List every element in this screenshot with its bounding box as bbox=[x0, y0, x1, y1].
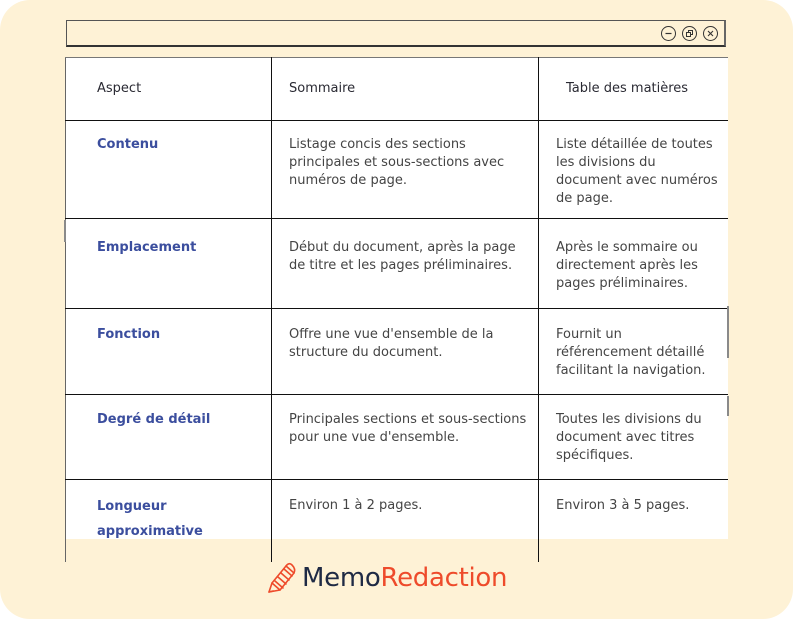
aspect-label: Degré de détail bbox=[65, 394, 272, 480]
pencil-notebook-icon bbox=[268, 562, 296, 593]
sommaire-cell: Listage concis des sections principales … bbox=[271, 120, 539, 219]
header-sommaire: Sommaire bbox=[271, 57, 539, 121]
sommaire-cell: Environ 1 à 2 pages. bbox=[271, 479, 539, 562]
table-row: Fonction Offre une vue d'ensemble de la … bbox=[65, 308, 728, 395]
restore-button[interactable] bbox=[682, 26, 697, 41]
table-row: Contenu Listage concis des sections prin… bbox=[65, 120, 728, 219]
comparison-table: Aspect Sommaire Table des matières Conte… bbox=[65, 57, 728, 562]
window-controls bbox=[661, 26, 718, 41]
brand-name-part2: Redaction bbox=[380, 563, 508, 593]
table-header-row: Aspect Sommaire Table des matières bbox=[65, 57, 728, 121]
tdm-cell: Toutes les divisions du document avec ti… bbox=[538, 394, 728, 480]
edge-marker bbox=[727, 396, 729, 416]
table-row: Emplacement Début du document, après la … bbox=[65, 218, 728, 309]
aspect-label: Emplacement bbox=[65, 218, 272, 309]
edge-marker bbox=[64, 220, 66, 242]
restore-icon bbox=[686, 30, 693, 37]
aspect-label: Contenu bbox=[65, 120, 272, 219]
tdm-cell: Fournit un référencement détaillé facili… bbox=[538, 308, 728, 395]
minimize-button[interactable] bbox=[661, 26, 676, 41]
window-titlebar bbox=[66, 20, 726, 47]
brand-logo: MemoRedaction bbox=[266, 558, 508, 598]
header-table-des-matieres: Table des matières bbox=[538, 57, 728, 121]
sommaire-cell: Principales sections et sous-sections po… bbox=[271, 394, 539, 480]
sommaire-cell: Début du document, après la page de titr… bbox=[271, 218, 539, 309]
sommaire-cell: Offre une vue d'ensemble de la structure… bbox=[271, 308, 539, 395]
edge-marker bbox=[727, 306, 729, 358]
tdm-cell: Environ 3 à 5 pages. bbox=[538, 479, 728, 562]
table-row: Degré de détail Principales sections et … bbox=[65, 394, 728, 480]
brand-name-part1: Memo bbox=[302, 563, 381, 593]
tdm-cell: Après le sommaire ou directement après l… bbox=[538, 218, 728, 309]
comparison-table-container: Aspect Sommaire Table des matières Conte… bbox=[65, 57, 728, 562]
aspect-label: Fonction bbox=[65, 308, 272, 395]
close-button[interactable] bbox=[703, 26, 718, 41]
tdm-cell: Liste détaillée de toutes les divisions … bbox=[538, 120, 728, 219]
brand-name: MemoRedaction bbox=[302, 563, 508, 593]
close-icon bbox=[707, 30, 714, 37]
aspect-label: Longueur approximative bbox=[65, 479, 272, 562]
table-row: Longueur approximative Environ 1 à 2 pag… bbox=[65, 479, 728, 562]
minimize-icon bbox=[665, 32, 672, 35]
header-aspect: Aspect bbox=[65, 57, 272, 121]
